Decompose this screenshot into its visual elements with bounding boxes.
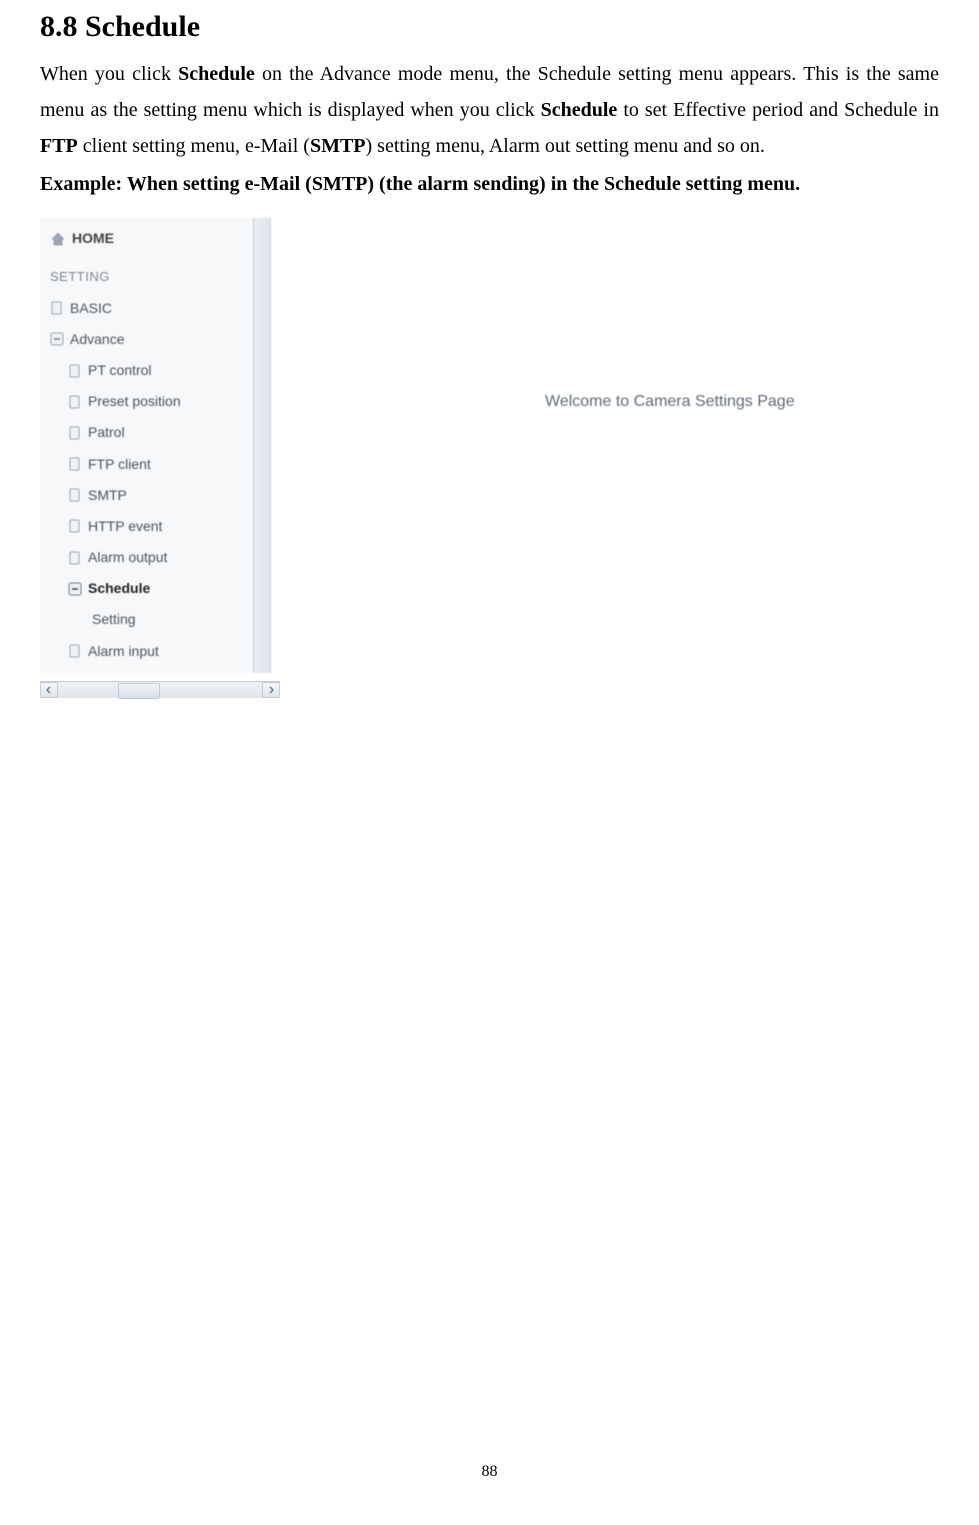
sidebar-item-preset-position[interactable]: Preset position bbox=[40, 386, 270, 417]
horizontal-scrollbar[interactable] bbox=[40, 681, 280, 698]
sidebar-item-label: PT control bbox=[88, 358, 152, 383]
sidebar-item-alarm-input[interactable]: Alarm input bbox=[40, 636, 270, 667]
sidebar-item-alarm-output[interactable]: Alarm output bbox=[40, 542, 270, 573]
settings-sidebar: HOME SETTING BASIC Advance PT control bbox=[40, 218, 271, 673]
sidebar-item-label: Motion detection bbox=[88, 670, 191, 673]
bold-smtp: SMTP bbox=[310, 135, 366, 157]
expand-icon bbox=[68, 582, 82, 596]
example-line: Example: When setting e-Mail (SMTP) (the… bbox=[40, 166, 939, 202]
sidebar-item-pt-control[interactable]: PT control bbox=[40, 355, 270, 386]
bold-schedule-1: Schedule bbox=[178, 63, 255, 85]
sidebar-item-schedule-setting[interactable]: Setting bbox=[40, 604, 270, 635]
vertical-scrollbar[interactable] bbox=[253, 218, 270, 673]
sidebar-item-label: Setting bbox=[92, 607, 136, 632]
bold-schedule-2: Schedule bbox=[541, 99, 618, 121]
text-fragment: client setting menu, e-Mail ( bbox=[78, 135, 310, 157]
section-heading: 8.8 Schedule bbox=[40, 0, 939, 54]
scroll-thumb[interactable] bbox=[118, 683, 160, 699]
sidebar-basic-row[interactable]: BASIC bbox=[40, 293, 270, 324]
sidebar-item-label: Schedule bbox=[88, 576, 150, 601]
settings-screenshot: HOME SETTING BASIC Advance PT control bbox=[40, 218, 910, 698]
sidebar-advance-row[interactable]: Advance bbox=[40, 324, 270, 355]
page-icon bbox=[68, 488, 82, 502]
sidebar-item-label: Preset position bbox=[88, 389, 181, 414]
sidebar-section-setting: SETTING bbox=[40, 259, 270, 292]
page-icon bbox=[68, 551, 82, 565]
sidebar-item-label: HTTP event bbox=[88, 514, 162, 539]
sidebar-item-label: FTP client bbox=[88, 452, 151, 477]
bold-ftp: FTP bbox=[40, 135, 78, 157]
sidebar-item-ftp-client[interactable]: FTP client bbox=[40, 449, 270, 480]
page-icon bbox=[68, 457, 82, 471]
expand-icon bbox=[50, 332, 64, 346]
sidebar-item-motion-detection[interactable]: Motion detection bbox=[40, 667, 270, 673]
sidebar-item-http-event[interactable]: HTTP event bbox=[40, 511, 270, 542]
sidebar-item-smtp[interactable]: SMTP bbox=[40, 480, 270, 511]
page-icon bbox=[68, 395, 82, 409]
page-icon bbox=[68, 519, 82, 533]
page-icon bbox=[68, 426, 82, 440]
text-fragment: ) setting menu, Alarm out setting menu a… bbox=[366, 135, 765, 157]
page-icon bbox=[50, 301, 64, 315]
sidebar-basic-label: BASIC bbox=[70, 296, 112, 321]
scroll-right-button[interactable] bbox=[262, 682, 280, 698]
page-icon bbox=[68, 364, 82, 378]
sidebar-home-row[interactable]: HOME bbox=[40, 218, 270, 259]
sidebar-item-patrol[interactable]: Patrol bbox=[40, 417, 270, 448]
scroll-track[interactable] bbox=[58, 683, 262, 697]
sidebar-item-label: SMTP bbox=[88, 483, 127, 508]
sidebar-item-label: Alarm input bbox=[88, 639, 159, 664]
sidebar-item-label: Alarm output bbox=[88, 545, 167, 570]
page-number: 88 bbox=[40, 1458, 939, 1487]
settings-content-area: Welcome to Camera Settings Page bbox=[285, 218, 910, 673]
welcome-text: Welcome to Camera Settings Page bbox=[545, 388, 795, 417]
sidebar-item-label: Patrol bbox=[88, 420, 125, 445]
home-icon bbox=[50, 231, 66, 247]
text-fragment: When you click bbox=[40, 63, 178, 85]
sidebar-home-label: HOME bbox=[72, 226, 114, 251]
text-fragment: to set Effective period and Schedule in bbox=[617, 99, 939, 121]
page-icon bbox=[68, 644, 82, 658]
scroll-left-button[interactable] bbox=[40, 682, 58, 698]
sidebar-item-schedule[interactable]: Schedule bbox=[40, 573, 270, 604]
section-body: When you click Schedule on the Advance m… bbox=[40, 56, 939, 164]
sidebar-advance-label: Advance bbox=[70, 327, 124, 352]
